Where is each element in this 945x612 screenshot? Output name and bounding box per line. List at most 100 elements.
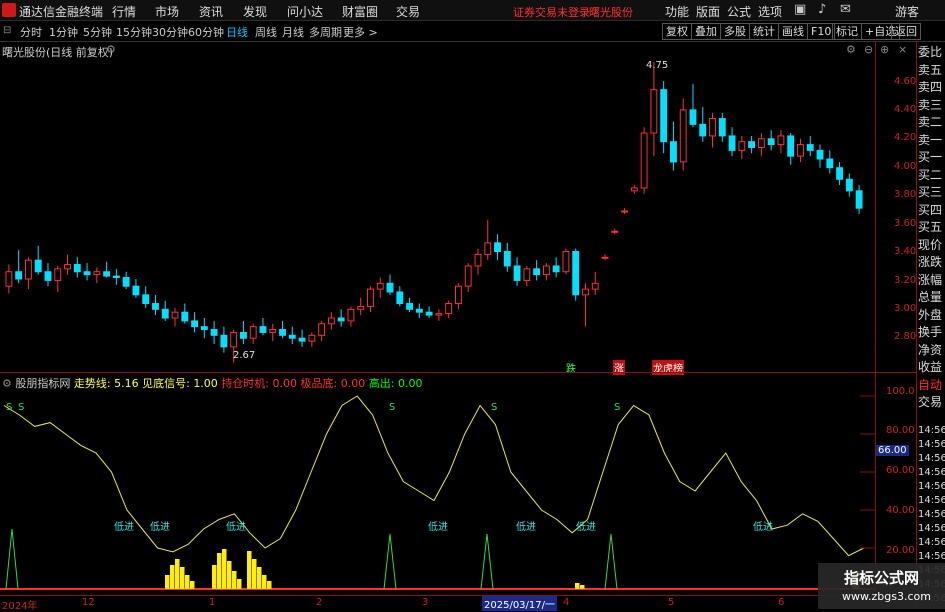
- tick-time: 14:56: [918, 509, 945, 520]
- side-pct[interactable]: 涨幅: [918, 272, 945, 290]
- signal-bar: [170, 565, 175, 589]
- buy-signal-label: 低进: [428, 520, 448, 533]
- buy-signal-label: 低进: [576, 520, 596, 533]
- buy-signal-label: 低进: [114, 520, 134, 533]
- candle: [728, 127, 736, 157]
- signal-bar: [217, 553, 222, 589]
- bell-icon[interactable]: ♪: [818, 2, 826, 17]
- side-turnover[interactable]: 换手: [918, 324, 945, 342]
- candle: [572, 248, 580, 301]
- tick-time: 14:56: [918, 481, 945, 492]
- menu-xuanxiang[interactable]: 选项: [758, 3, 782, 20]
- candle: [748, 135, 756, 154]
- period-1min[interactable]: 1分钟: [49, 24, 78, 40]
- candle: [621, 208, 628, 214]
- period-month[interactable]: 月线: [282, 24, 304, 40]
- skin-icon[interactable]: ▣: [794, 2, 806, 17]
- candle: [582, 283, 589, 327]
- period-fenshi[interactable]: 分时: [20, 24, 42, 40]
- stats-button[interactable]: 统计: [749, 23, 779, 40]
- signal-bar: [165, 575, 170, 589]
- app-name: 通达信金融终端: [19, 5, 104, 19]
- overlay-button[interactable]: 叠加: [691, 23, 721, 40]
- mail-icon[interactable]: ✉: [840, 2, 851, 17]
- collapse-icon[interactable]: ⊟: [3, 25, 11, 36]
- menu-banmian[interactable]: 版面: [696, 3, 720, 20]
- side-price[interactable]: 现价: [918, 237, 945, 255]
- side-sell4[interactable]: 卖四: [918, 79, 945, 97]
- menu-hangqing[interactable]: 行情: [112, 3, 136, 20]
- signal-bar: [267, 581, 272, 589]
- candle: [670, 121, 677, 171]
- candle: [298, 329, 306, 347]
- menu-jiaoyi[interactable]: 交易: [396, 3, 420, 20]
- date-tick: 2024年: [2, 601, 38, 612]
- period-bar: ⊟ 分时 1分钟 5分钟 15分钟 30分钟 60分钟 日线 周线 月线 多周期…: [0, 21, 945, 42]
- period-5min[interactable]: 5分钟: [83, 24, 112, 40]
- mark-button[interactable]: 标记: [832, 23, 862, 40]
- side-sell5[interactable]: 卖五: [918, 62, 945, 80]
- watermark-title: 指标公式网: [844, 569, 920, 587]
- candle: [816, 144, 824, 168]
- period-week[interactable]: 周线: [255, 24, 277, 40]
- period-multi[interactable]: 多周期: [309, 24, 342, 40]
- period-day[interactable]: 日线: [226, 24, 248, 40]
- candle: [425, 306, 433, 318]
- side-trade[interactable]: 交易: [918, 394, 945, 412]
- menu-gongshi[interactable]: 公式: [727, 3, 751, 20]
- buy-signal-label: 低进: [753, 520, 773, 533]
- side-volume[interactable]: 总量: [918, 289, 945, 307]
- candle: [845, 173, 853, 197]
- candle: [630, 185, 638, 194]
- menu-gongneng[interactable]: 功能: [665, 3, 689, 20]
- period-60min[interactable]: 60分钟: [188, 24, 224, 40]
- candle: [552, 257, 560, 278]
- multi-stock-button[interactable]: 多股: [720, 23, 750, 40]
- side-sell1[interactable]: 卖一: [918, 132, 945, 150]
- menu-zixun[interactable]: 资讯: [199, 3, 223, 20]
- side-buy1[interactable]: 买一: [918, 149, 945, 167]
- side-buy2[interactable]: 买二: [918, 167, 945, 185]
- menu-caifuquan[interactable]: 财富圈: [342, 3, 378, 20]
- price-tick: 4.40: [894, 104, 917, 115]
- price-tick: 3.60: [894, 218, 917, 229]
- side-outer[interactable]: 外盘: [918, 307, 945, 325]
- tick-time: 14:56: [918, 453, 945, 464]
- buy-signal-label: 低进: [226, 520, 246, 533]
- side-weibi[interactable]: 委比: [918, 44, 945, 62]
- side-buy5[interactable]: 买五: [918, 219, 945, 237]
- menu-faxian[interactable]: 发现: [243, 3, 267, 20]
- price-tick: 3.40: [894, 246, 917, 257]
- period-30min[interactable]: 30分钟: [152, 24, 188, 40]
- side-sell3[interactable]: 卖三: [918, 97, 945, 115]
- sell-signal-label: S: [6, 402, 12, 413]
- indicator-axis: 100.0 80.00 66.00 60.00 40.00 20.00: [876, 380, 916, 590]
- side-auto[interactable]: 自动: [918, 377, 945, 395]
- candle: [288, 326, 296, 344]
- login-warning[interactable]: 证券交易未登录: [513, 4, 590, 20]
- candle: [103, 261, 111, 278]
- candle: [357, 297, 365, 316]
- period-15min[interactable]: 15分钟: [116, 24, 152, 40]
- menu-wenxiaoda[interactable]: 问小达: [287, 3, 323, 20]
- side-earnings[interactable]: 收益: [918, 359, 945, 377]
- candle: [161, 300, 169, 321]
- fuquan-button[interactable]: 复权: [662, 23, 692, 40]
- candle: [122, 271, 130, 290]
- side-buy4[interactable]: 买四: [918, 202, 945, 220]
- watermark: 指标公式网 www.zbgs3.com: [818, 563, 945, 609]
- side-sell2[interactable]: 卖二: [918, 114, 945, 132]
- side-buy3[interactable]: 买三: [918, 184, 945, 202]
- signal-spike: [383, 533, 397, 590]
- indicator-chart[interactable]: 低进 低进 低进 低进 低进 低进 低进S S S S S: [0, 388, 875, 592]
- candle: [445, 300, 453, 318]
- draw-button[interactable]: 画线: [778, 23, 808, 40]
- kline-chart[interactable]: [0, 55, 875, 370]
- tick-time: 14:56: [918, 495, 945, 506]
- menu-shichang[interactable]: 市场: [155, 3, 179, 20]
- period-more[interactable]: 更多 >: [343, 24, 378, 40]
- candle: [826, 150, 834, 174]
- side-netasset[interactable]: 净资: [918, 342, 945, 360]
- side-change[interactable]: 涨跌: [918, 254, 945, 272]
- candle: [435, 309, 443, 321]
